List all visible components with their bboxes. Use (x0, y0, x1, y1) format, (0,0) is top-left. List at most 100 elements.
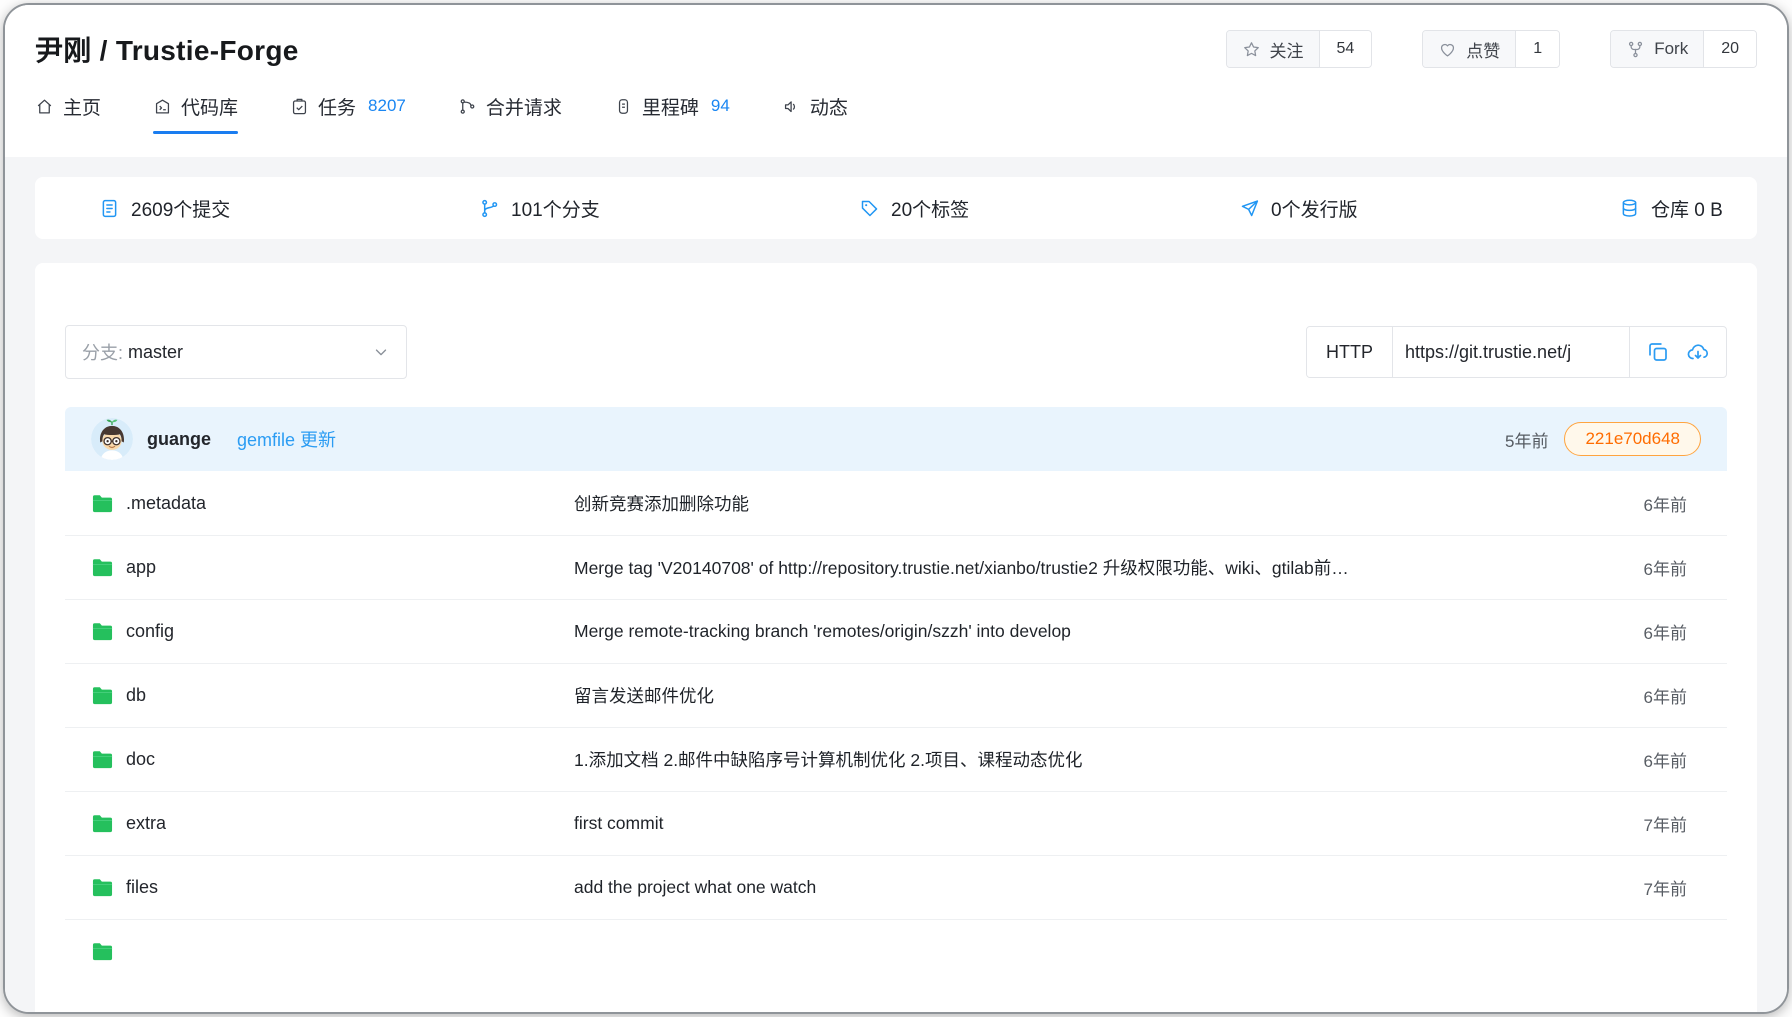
tab-milestones[interactable]: 里程碑 94 (614, 77, 730, 135)
milestone-icon (614, 97, 633, 116)
home-icon (35, 97, 54, 116)
repo-stats-bar: 2609个提交 101个分支 20个标签 0个发行版 仓库 0 B (35, 177, 1757, 239)
praise-button[interactable]: 点赞 1 (1422, 30, 1560, 68)
fork-icon (1626, 40, 1645, 59)
file-name-link[interactable]: config (126, 621, 174, 642)
stat-branches[interactable]: 101个分支 (479, 195, 859, 222)
commit-time: 5年前 (1505, 427, 1548, 452)
praise-count[interactable]: 1 (1516, 31, 1559, 67)
branch-icon (479, 198, 500, 219)
release-icon (1239, 198, 1260, 219)
database-icon (1619, 198, 1640, 219)
branch-selector[interactable]: 分支: master (65, 325, 407, 379)
stat-tags[interactable]: 20个标签 (859, 195, 1239, 222)
header-actions: 关注 54 点赞 1 Fork (1226, 30, 1758, 68)
star-icon (1242, 40, 1261, 59)
file-commit-message[interactable]: Merge remote-tracking branch 'remotes/or… (574, 621, 1591, 642)
tab-milestones-label: 里程碑 (642, 93, 699, 120)
cloud-download-icon (1686, 340, 1710, 364)
title-row: 尹刚 / Trustie-Forge 关注 54 点赞 (35, 5, 1757, 69)
tab-issues-count: 8207 (368, 96, 406, 116)
tab-merge-requests-label: 合并请求 (486, 93, 562, 120)
stat-commits-label: 2609个提交 (131, 195, 230, 222)
table-row (65, 919, 1727, 983)
table-row: db 留言发送邮件优化 6年前 (65, 663, 1727, 727)
repo-tabs: 主页 代码库 任务 8207 合并请求 里程碑 (35, 77, 1757, 135)
tab-home[interactable]: 主页 (35, 77, 101, 135)
download-button[interactable] (1682, 336, 1714, 368)
commit-message-link[interactable]: gemfile 更新 (237, 426, 336, 452)
file-list: .metadata 创新竞赛添加删除功能 6年前 app Merge tag '… (65, 471, 1727, 983)
file-commit-time: 6年前 (1591, 555, 1687, 580)
branch-label: 分支: (82, 339, 123, 365)
copy-icon (1646, 340, 1670, 364)
file-commit-time: 6年前 (1591, 683, 1687, 708)
avatar-illustration (91, 418, 133, 460)
branch-value: master (128, 342, 183, 363)
table-row: doc 1.添加文档 2.邮件中缺陷序号计算机制优化 2.项目、课程动态优化 6… (65, 727, 1727, 791)
file-commit-time: 7年前 (1591, 875, 1687, 900)
stat-commits[interactable]: 2609个提交 (99, 195, 479, 222)
file-commit-message[interactable]: 创新竞赛添加删除功能 (574, 491, 1591, 516)
file-commit-message[interactable]: first commit (574, 813, 1591, 834)
praise-label: 点赞 (1466, 37, 1500, 62)
folder-icon (91, 749, 114, 770)
avatar[interactable] (91, 418, 133, 460)
file-commit-time: 6年前 (1591, 747, 1687, 772)
folder-icon (91, 877, 114, 898)
stat-repo-size[interactable]: 仓库 0 B (1619, 195, 1723, 222)
fork-label: Fork (1654, 39, 1688, 59)
clone-url-input[interactable] (1393, 327, 1629, 377)
tab-issues[interactable]: 任务 8207 (290, 77, 406, 135)
commit-author[interactable]: guange (147, 429, 211, 450)
tab-repository-label: 代码库 (181, 93, 238, 120)
file-name-link[interactable]: db (126, 685, 146, 706)
stat-repo-size-label: 仓库 0 B (1651, 195, 1723, 222)
tab-repository[interactable]: 代码库 (153, 77, 238, 135)
latest-commit-bar: guange gemfile 更新 5年前 221e70d648 (65, 407, 1727, 471)
copy-button[interactable] (1642, 336, 1674, 368)
tasks-icon (290, 97, 309, 116)
file-name-link[interactable]: app (126, 557, 156, 578)
tag-icon (859, 198, 880, 219)
file-commit-message[interactable]: 1.添加文档 2.邮件中缺陷序号计算机制优化 2.项目、课程动态优化 (574, 747, 1591, 772)
chevron-down-icon (372, 343, 390, 361)
fork-button[interactable]: Fork 20 (1610, 30, 1757, 68)
tab-activity[interactable]: 动态 (782, 77, 848, 135)
table-row: app Merge tag 'V20140708' of http://repo… (65, 535, 1727, 599)
file-browser-card: 分支: master HTTP (35, 263, 1757, 1012)
file-name-link[interactable]: files (126, 877, 158, 898)
stat-branches-label: 101个分支 (511, 195, 600, 222)
table-row: files add the project what one watch 7年前 (65, 855, 1727, 919)
stat-releases[interactable]: 0个发行版 (1239, 195, 1619, 222)
tab-activity-label: 动态 (810, 93, 848, 120)
tab-merge-requests[interactable]: 合并请求 (458, 77, 562, 135)
folder-icon (91, 685, 114, 706)
tab-home-label: 主页 (63, 93, 101, 120)
file-name-link[interactable]: extra (126, 813, 166, 834)
folder-icon (91, 813, 114, 834)
file-commit-message[interactable]: add the project what one watch (574, 877, 1591, 898)
folder-icon (91, 557, 114, 578)
folder-icon (91, 621, 114, 642)
commits-icon (99, 198, 120, 219)
file-name-link[interactable]: doc (126, 749, 155, 770)
file-commit-message[interactable]: 留言发送邮件优化 (574, 683, 1591, 708)
repository-page: 尹刚 / Trustie-Forge 关注 54 点赞 (5, 5, 1787, 1012)
merge-request-icon (458, 97, 477, 116)
stat-tags-label: 20个标签 (891, 195, 969, 222)
commit-hash-badge[interactable]: 221e70d648 (1564, 422, 1701, 456)
fork-count[interactable]: 20 (1704, 31, 1756, 67)
file-commit-time: 6年前 (1591, 619, 1687, 644)
watch-button[interactable]: 关注 54 (1226, 30, 1373, 68)
table-row: config Merge remote-tracking branch 'rem… (65, 599, 1727, 663)
stat-releases-label: 0个发行版 (1271, 195, 1358, 222)
file-commit-message[interactable]: Merge tag 'V20140708' of http://reposito… (574, 555, 1591, 580)
fork-button-main: Fork (1611, 31, 1704, 67)
file-name-link[interactable]: .metadata (126, 493, 206, 514)
tab-issues-label: 任务 (318, 93, 356, 120)
protocol-button[interactable]: HTTP (1307, 327, 1393, 377)
praise-button-main: 点赞 (1423, 31, 1516, 67)
page-title: 尹刚 / Trustie-Forge (35, 29, 299, 69)
watch-count[interactable]: 54 (1320, 31, 1372, 67)
